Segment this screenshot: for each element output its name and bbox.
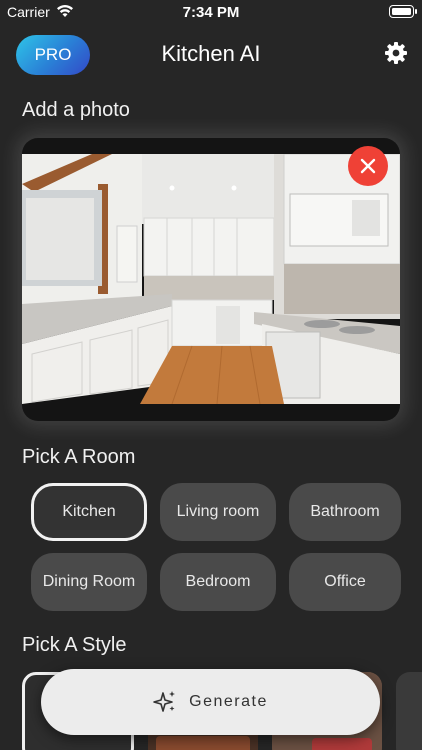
close-icon <box>360 158 376 174</box>
app-title: Kitchen AI <box>161 41 261 66</box>
sparkle-icon <box>153 691 176 712</box>
add-photo-title: Add a photo <box>22 99 130 121</box>
photo-card[interactable] <box>22 138 400 421</box>
room-bedroom-chip[interactable]: Bedroom <box>160 553 276 611</box>
status-time: 7:34 PM <box>182 4 240 21</box>
room-office-chip[interactable]: Office <box>289 553 401 611</box>
room-kitchen-chip[interactable]: Kitchen <box>31 483 147 541</box>
room-dining-room-chip[interactable]: Dining Room <box>31 553 147 611</box>
generate-button[interactable]: Generate <box>41 669 380 735</box>
status-bar: Carrier 7:34 PM <box>0 0 422 26</box>
generate-label: Generate <box>189 693 268 710</box>
pick-room-title: Pick A Room <box>22 446 136 468</box>
remove-photo-button[interactable] <box>348 146 388 186</box>
pick-style-title: Pick A Style <box>22 634 127 656</box>
battery-icon <box>389 5 417 18</box>
room-living-room-chip[interactable]: Living room <box>160 483 276 541</box>
room-bathroom-chip[interactable]: Bathroom <box>289 483 401 541</box>
gear-icon[interactable] <box>384 41 408 65</box>
style-card[interactable] <box>396 672 422 750</box>
kitchen-photo <box>22 154 400 404</box>
